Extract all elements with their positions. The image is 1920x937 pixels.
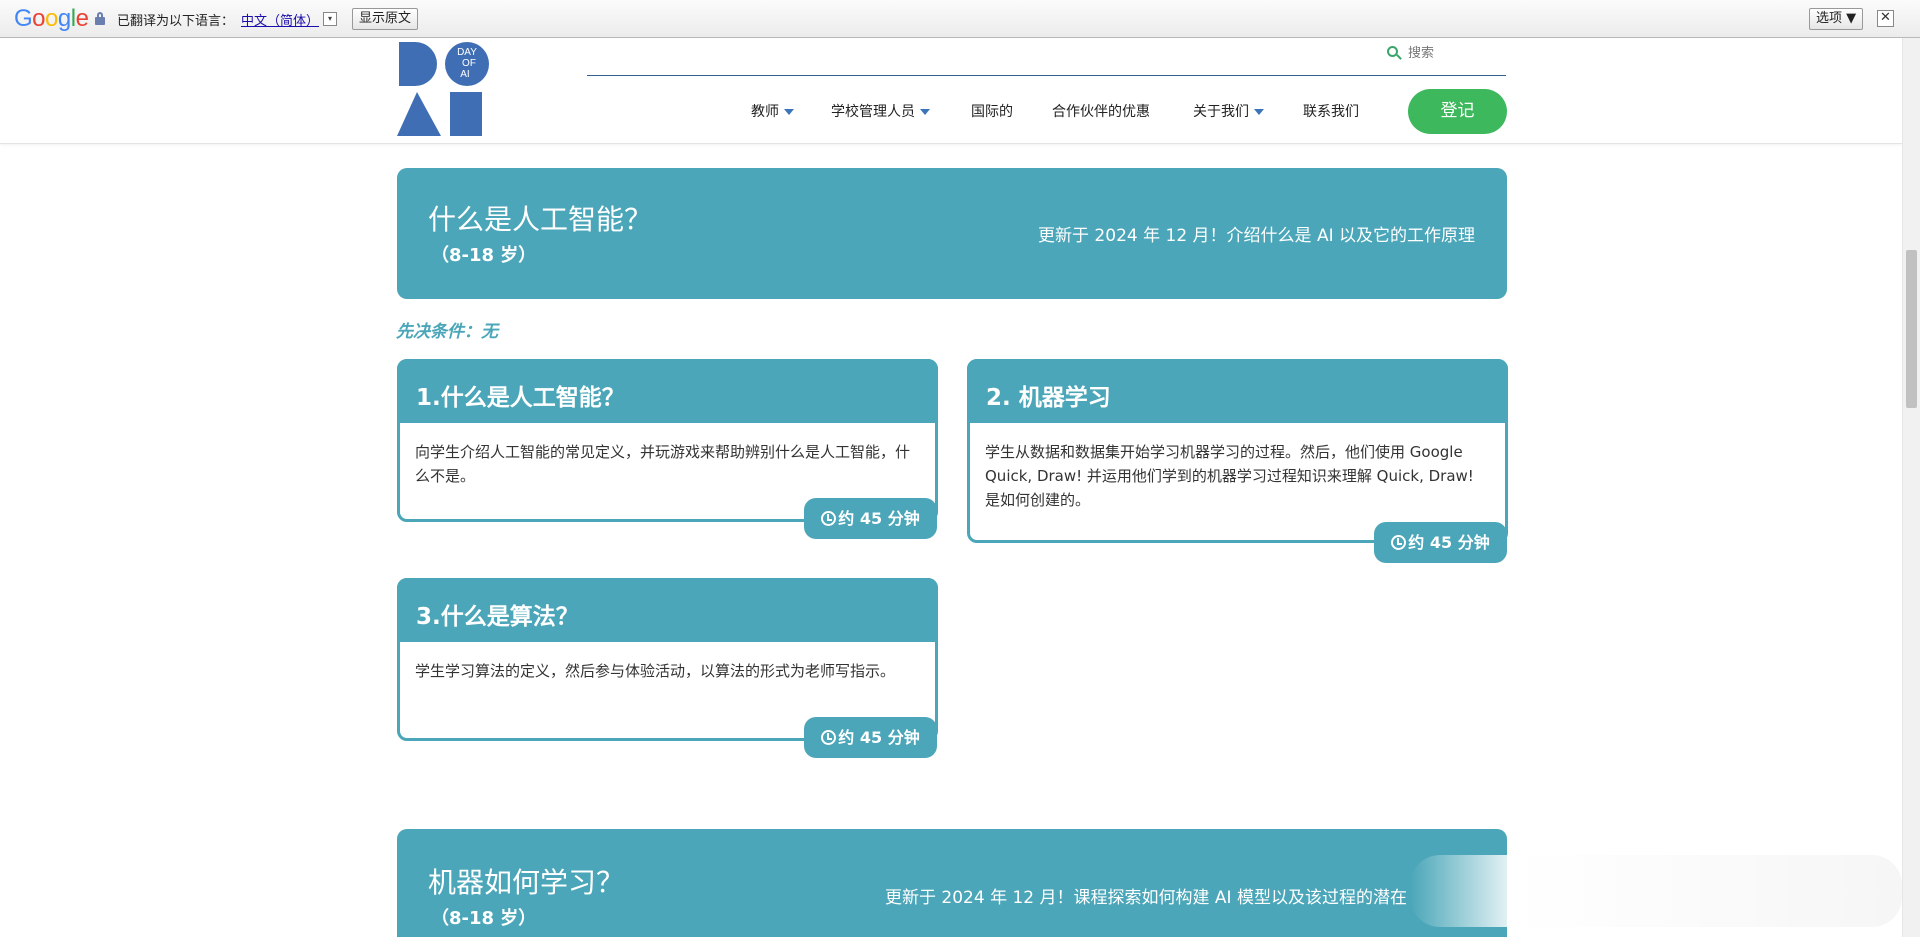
site-header: DAY OF AI 教师 学校管理人员 国际的 合作伙伴的优惠 关于我们 联系我…	[0, 38, 1902, 144]
course-description: 更新于 2024 年 12 月！课程探索如何构建 AI 模型以及该过程的潜在	[885, 888, 1407, 908]
lesson-description: 学生学习算法的定义，然后参与体验活动，以算法的形式为老师写指示。	[415, 662, 896, 680]
nav-partner-offers-label: 合作伙伴的优惠	[1052, 104, 1150, 120]
translate-language-link[interactable]: 中文（简体）	[241, 10, 319, 29]
logo-text-day: DAY	[457, 47, 477, 58]
nav-about-us-label: 关于我们	[1193, 104, 1249, 120]
lesson-duration: 约 45 分钟	[838, 509, 920, 528]
course-age-range: （8-18 岁）	[431, 245, 537, 266]
overlay-fade	[1410, 855, 1902, 927]
search-input[interactable]	[1406, 42, 1506, 64]
chevron-down-icon	[920, 109, 930, 115]
lesson-title: 2. 机器学习	[967, 359, 1508, 423]
lesson-title: 3.什么是算法？	[397, 578, 938, 642]
lesson-duration: 约 45 分钟	[1408, 533, 1490, 552]
search-icon[interactable]	[1387, 46, 1402, 60]
course-banner[interactable]: 什么是人工智能？ （8-18 岁） 更新于 2024 年 12 月！介绍什么是 …	[397, 168, 1507, 299]
clock-icon	[821, 511, 837, 526]
google-logo: Google	[14, 5, 89, 32]
prerequisite-text: 先决条件：无	[396, 322, 498, 342]
nav-international[interactable]: 国际的	[971, 101, 1013, 121]
nav-partner-offers[interactable]: 合作伙伴的优惠	[1052, 101, 1150, 121]
chevron-down-icon	[784, 109, 794, 115]
nav-school-admins[interactable]: 学校管理人员	[831, 101, 930, 121]
logo-text-of: OF	[462, 58, 476, 69]
close-translate-bar-button[interactable]: ✕	[1877, 10, 1894, 27]
lesson-duration-badge: 约 45 分钟	[1374, 522, 1507, 563]
nav-contact-us[interactable]: 联系我们	[1303, 101, 1359, 121]
lesson-duration: 约 45 分钟	[838, 728, 920, 747]
lesson-description: 向学生介绍人工智能的常见定义，并玩游戏来帮助辨别什么是人工智能，什么不是。	[415, 443, 911, 485]
course-banner[interactable]: 机器如何学习？ （8-18 岁） 更新于 2024 年 12 月！课程探索如何构…	[397, 829, 1507, 937]
day-of-ai-logo[interactable]: DAY OF AI	[397, 40, 491, 136]
lesson-description: 学生从数据和数据集开始学习机器学习的过程。然后，他们使用 Google Quic…	[985, 443, 1474, 509]
clock-icon	[1391, 535, 1407, 550]
logo-text-ai: AI	[460, 69, 469, 80]
lock-icon	[95, 12, 105, 25]
nav-about-us[interactable]: 关于我们	[1193, 101, 1264, 121]
chevron-down-icon	[1254, 109, 1264, 115]
show-original-button[interactable]: 显示原文	[352, 8, 419, 30]
course-description: 更新于 2024 年 12 月！介绍什么是 AI 以及它的工作原理	[1038, 226, 1475, 246]
page-scrollbar[interactable]	[1902, 38, 1920, 937]
lesson-duration-badge: 约 45 分钟	[804, 498, 937, 539]
translate-bar: Google 已翻译为以下语言： 中文（简体） ▾ 显示原文 选项 ▼ ✕	[0, 0, 1920, 38]
translate-options-button[interactable]: 选项 ▼	[1809, 8, 1864, 30]
translate-message: 已翻译为以下语言：	[117, 14, 235, 29]
course-age-range: （8-18 岁）	[431, 908, 537, 929]
nav-school-admins-label: 学校管理人员	[831, 104, 915, 120]
clock-icon	[821, 730, 837, 745]
course-title: 什么是人工智能？	[428, 203, 653, 236]
lesson-duration-badge: 约 45 分钟	[804, 717, 937, 758]
course-title: 机器如何学习？	[428, 866, 625, 899]
nav-teachers-label: 教师	[751, 104, 779, 120]
lesson-title: 1.什么是人工智能？	[397, 359, 938, 423]
scrollbar-thumb[interactable]	[1906, 250, 1917, 408]
language-dropdown-icon[interactable]: ▾	[323, 12, 337, 26]
nav-international-label: 国际的	[971, 104, 1013, 120]
login-button[interactable]: 登记	[1408, 89, 1507, 134]
header-divider	[587, 75, 1506, 76]
nav-contact-us-label: 联系我们	[1303, 104, 1359, 120]
lesson-card[interactable]: 2. 机器学习 学生从数据和数据集开始学习机器学习的过程。然后，他们使用 Goo…	[967, 359, 1508, 543]
nav-teachers[interactable]: 教师	[751, 101, 794, 121]
